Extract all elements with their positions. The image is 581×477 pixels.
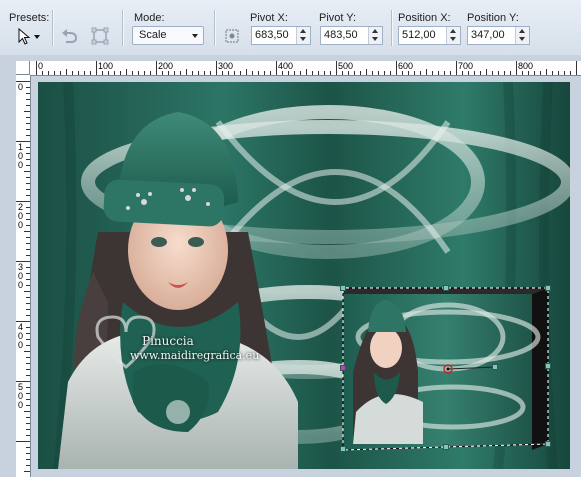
position-y-stepper[interactable] bbox=[515, 27, 529, 44]
vertical-ruler: 0 100 200 300 400 500 bbox=[16, 75, 31, 477]
resize-handle-right[interactable] bbox=[545, 363, 551, 369]
pivot-x-label: Pivot X: bbox=[250, 12, 288, 24]
resize-handle-top[interactable] bbox=[443, 285, 449, 291]
ruler-top-label: 0 bbox=[38, 61, 44, 71]
pick-tool-icon bbox=[18, 27, 40, 45]
resize-handle-top-right[interactable] bbox=[545, 285, 551, 291]
ruler-left-label: 300 bbox=[18, 262, 24, 290]
resize-handle-bottom[interactable] bbox=[443, 444, 449, 450]
ruler-top-label: 600 bbox=[398, 61, 414, 71]
mode-value: Scale bbox=[139, 29, 167, 41]
pivot-button[interactable] bbox=[221, 26, 243, 46]
ruler-corner bbox=[16, 61, 30, 75]
presets-label: Presets: bbox=[9, 12, 50, 24]
tool-options-toolbar: Presets: Mode: Scale Pivot X: 683,50 Piv… bbox=[0, 0, 581, 56]
chevron-down-icon bbox=[192, 34, 198, 38]
ruler-top-label: 200 bbox=[158, 61, 174, 71]
watermark-line1: Pinuccia bbox=[142, 334, 194, 348]
ruler-left-label: 200 bbox=[18, 202, 24, 230]
transform-options-button[interactable] bbox=[89, 26, 111, 46]
mode-select[interactable]: Scale bbox=[132, 26, 204, 45]
position-x-stepper[interactable] bbox=[446, 27, 460, 44]
pivot-y-input[interactable]: 483,50 bbox=[320, 26, 383, 45]
reset-button[interactable] bbox=[59, 26, 81, 46]
ruler-top-label: 500 bbox=[338, 61, 354, 71]
image-canvas[interactable]: Pinuccia www.maidiregrafica.eu bbox=[38, 82, 570, 469]
position-y-value: 347,00 bbox=[471, 29, 505, 41]
pivot-y-stepper[interactable] bbox=[368, 27, 382, 44]
resize-handle-left[interactable] bbox=[340, 365, 346, 371]
ruler-top-label: 700 bbox=[458, 61, 474, 71]
position-y-input[interactable]: 347,00 bbox=[467, 26, 530, 45]
pivot-x-input[interactable]: 683,50 bbox=[251, 26, 311, 45]
presets-dropdown[interactable] bbox=[14, 26, 44, 46]
artwork bbox=[38, 82, 570, 469]
position-x-input[interactable]: 512,00 bbox=[398, 26, 461, 45]
resize-handle-bottom-left[interactable] bbox=[340, 446, 346, 452]
resize-handle-top-left[interactable] bbox=[340, 285, 346, 291]
position-x-value: 512,00 bbox=[402, 29, 436, 41]
position-y-label: Position Y: bbox=[467, 12, 519, 24]
position-x-label: Position X: bbox=[398, 12, 451, 24]
ruler-top-label: 100 bbox=[98, 61, 114, 71]
resize-handle-bottom-right[interactable] bbox=[545, 441, 551, 447]
horizontal-ruler: 0 100 200 300 400 500 600 700 800 bbox=[30, 61, 581, 76]
undo-icon bbox=[62, 29, 78, 43]
ruler-top-label: 800 bbox=[518, 61, 534, 71]
mode-label: Mode: bbox=[134, 12, 165, 24]
ruler-left-label: 400 bbox=[18, 322, 24, 350]
ruler-left-label: 500 bbox=[18, 382, 24, 410]
pivot-y-value: 483,50 bbox=[324, 29, 358, 41]
pivot-x-stepper[interactable] bbox=[296, 27, 310, 44]
rotation-handle[interactable] bbox=[492, 364, 498, 370]
ruler-top-label: 400 bbox=[278, 61, 294, 71]
pivot-y-label: Pivot Y: bbox=[319, 12, 357, 24]
pivot-icon bbox=[225, 29, 239, 43]
ruler-top-label: 300 bbox=[218, 61, 234, 71]
watermark-line2: www.maidiregrafica.eu bbox=[130, 349, 260, 362]
pivot-x-value: 683,50 bbox=[255, 29, 289, 41]
ruler-left-label: 0 bbox=[18, 82, 24, 92]
ruler-left-label: 100 bbox=[18, 142, 24, 170]
transform-icon bbox=[91, 27, 109, 45]
